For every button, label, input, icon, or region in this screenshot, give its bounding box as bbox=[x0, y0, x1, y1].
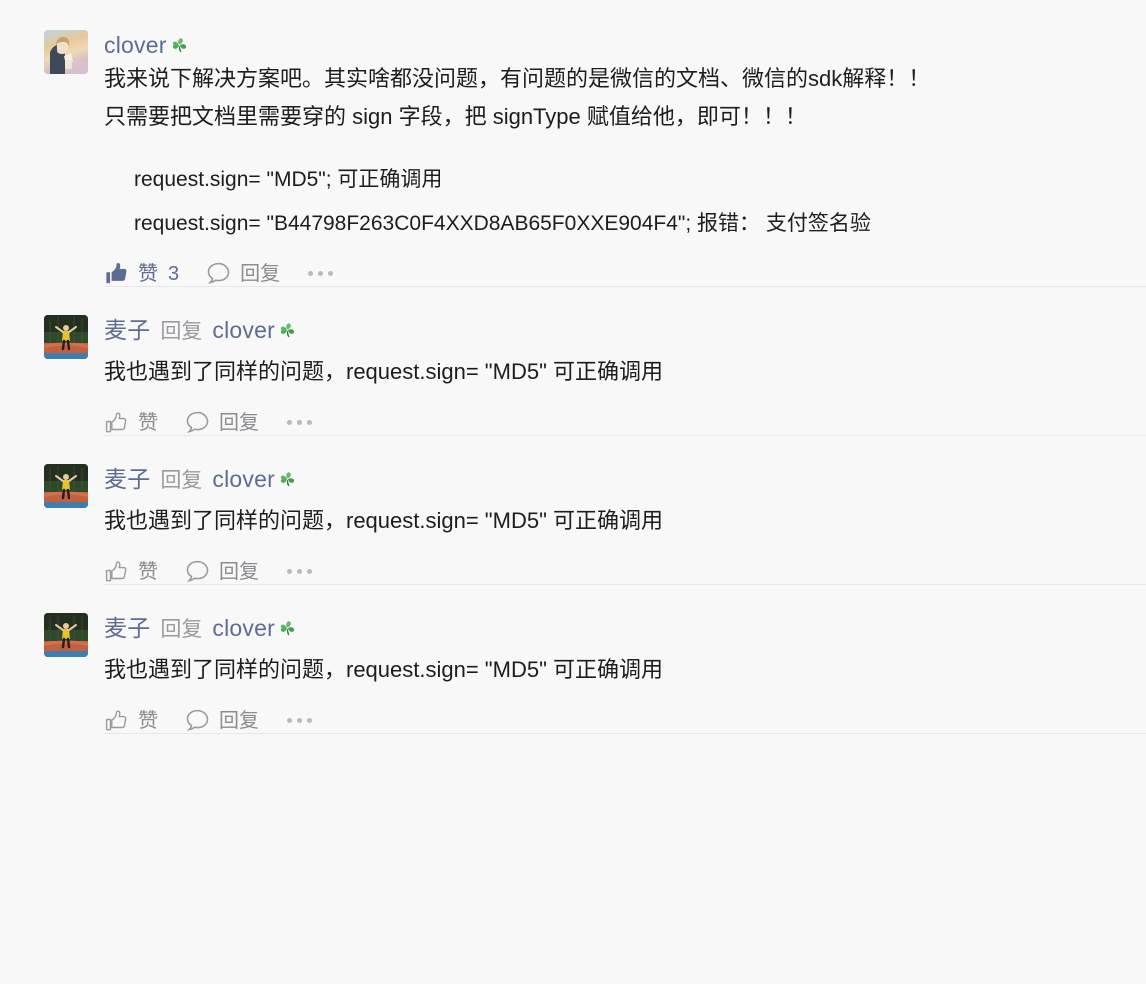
comment-paragraph-2: 只需要把文档里需要穿的 sign 字段，把 signType 赋值给他，即可！！… bbox=[104, 104, 807, 129]
thumbs-up-outline-icon bbox=[104, 410, 130, 436]
like-count: 3 bbox=[168, 262, 180, 285]
like-button[interactable]: 赞 bbox=[104, 559, 158, 585]
four-leaf-clover-icon bbox=[277, 469, 298, 491]
like-label: 赞 bbox=[138, 411, 158, 434]
four-leaf-clover-icon bbox=[169, 35, 190, 57]
reply-target-name[interactable]: clover bbox=[212, 315, 275, 345]
comment-action-bar: 赞 3 回复 bbox=[104, 260, 1146, 287]
reply-button[interactable]: 回复 bbox=[205, 260, 280, 287]
reply-action-bar: 赞 回复 bbox=[104, 409, 1146, 436]
avatar-column bbox=[0, 613, 104, 657]
reply-target-name[interactable]: clover bbox=[212, 464, 275, 494]
like-button[interactable]: 赞 bbox=[104, 410, 158, 436]
reply-text: 我也遇到了同样的问题，request.sign= "MD5" 可正确调用 bbox=[104, 359, 663, 384]
reply-relation-label: 回复 bbox=[160, 320, 203, 343]
like-label: 赞 bbox=[138, 262, 158, 285]
reply-item-3: 麦子 回复 clover 我也遇到了同样的问题，request.sign= "M… bbox=[0, 585, 1146, 734]
reply-button[interactable]: 回复 bbox=[184, 558, 259, 585]
reply-author-name[interactable]: 麦子 bbox=[104, 315, 150, 345]
reply-text: 我也遇到了同样的问题，request.sign= "MD5" 可正确调用 bbox=[104, 508, 663, 533]
reply-relation-label: 回复 bbox=[160, 618, 203, 641]
reply-label: 回复 bbox=[240, 262, 281, 285]
reply-body: 麦子 回复 clover 我也遇到了同样的问题，request.sign= "M… bbox=[104, 464, 1146, 585]
thumbs-up-outline-icon bbox=[104, 559, 130, 585]
reply-label: 回复 bbox=[219, 709, 259, 732]
reply-body: 麦子 回复 clover 我也遇到了同样的问题，request.sign= "M… bbox=[104, 315, 1146, 436]
avatar[interactable] bbox=[44, 315, 88, 359]
reply-author-line: 麦子 回复 clover bbox=[104, 613, 1146, 645]
comment-thread: clover 我来说下解决方案吧。其实啥都没问题，有问题的是微信的文档、微信的s… bbox=[0, 0, 1146, 984]
ellipsis-icon[interactable] bbox=[285, 414, 314, 431]
reply-item-2: 麦子 回复 clover 我也遇到了同样的问题，request.sign= "M… bbox=[0, 436, 1146, 585]
reply-label: 回复 bbox=[219, 411, 259, 434]
like-button[interactable]: 赞 bbox=[104, 708, 158, 734]
replies-list: 麦子 回复 clover 我也遇到了同样的问题，request.sign= "M… bbox=[0, 287, 1146, 734]
ellipsis-icon[interactable] bbox=[285, 712, 314, 729]
reply-relation-label: 回复 bbox=[160, 469, 203, 492]
four-leaf-clover-icon bbox=[277, 320, 298, 342]
ellipsis-icon[interactable] bbox=[306, 265, 335, 282]
reply-button[interactable]: 回复 bbox=[184, 409, 259, 436]
code-line-2: request.sign= "B44798F263C0F4XXD8AB65F0X… bbox=[134, 212, 871, 235]
ellipsis-icon[interactable] bbox=[285, 563, 314, 580]
comment-paragraph-1: 我来说下解决方案吧。其实啥都没问题，有问题的是微信的文档、微信的sdk解释！！ bbox=[104, 66, 931, 91]
thumbs-up-outline-icon bbox=[104, 708, 130, 734]
code-line-1: request.sign= "MD5"; 可正确调用 bbox=[134, 168, 443, 191]
speech-bubble-icon bbox=[184, 707, 211, 734]
reply-author-line: 麦子 回复 clover bbox=[104, 315, 1146, 347]
reply-author-name[interactable]: 麦子 bbox=[104, 464, 150, 494]
like-label: 赞 bbox=[138, 709, 158, 732]
reply-button[interactable]: 回复 bbox=[184, 707, 259, 734]
reply-action-bar: 赞 回复 bbox=[104, 558, 1146, 585]
speech-bubble-icon bbox=[184, 558, 211, 585]
avatar-column bbox=[0, 464, 104, 508]
thumbs-up-filled-icon bbox=[104, 261, 130, 287]
reply-author-line: 麦子 回复 clover bbox=[104, 464, 1146, 496]
reply-text: 我也遇到了同样的问题，request.sign= "MD5" 可正确调用 bbox=[104, 657, 663, 682]
avatar[interactable] bbox=[44, 464, 88, 508]
reply-label: 回复 bbox=[219, 560, 259, 583]
avatar[interactable] bbox=[44, 30, 88, 74]
comment-main: clover 我来说下解决方案吧。其实啥都没问题，有问题的是微信的文档、微信的s… bbox=[0, 0, 1146, 287]
avatar[interactable] bbox=[44, 613, 88, 657]
reply-separator bbox=[104, 733, 1146, 734]
speech-bubble-icon bbox=[205, 260, 232, 287]
speech-bubble-icon bbox=[184, 409, 211, 436]
reply-item-1: 麦子 回复 clover 我也遇到了同样的问题，request.sign= "M… bbox=[0, 287, 1146, 436]
comment-author-line: clover bbox=[104, 30, 1146, 60]
reply-body: 麦子 回复 clover 我也遇到了同样的问题，request.sign= "M… bbox=[104, 613, 1146, 734]
comment-body: clover 我来说下解决方案吧。其实啥都没问题，有问题的是微信的文档、微信的s… bbox=[104, 30, 1146, 287]
avatar-column bbox=[0, 315, 104, 359]
like-label: 赞 bbox=[138, 560, 158, 583]
comment-author-name[interactable]: clover bbox=[104, 30, 167, 60]
code-block: request.sign= "MD5"; 可正确调用 request.sign=… bbox=[104, 158, 1146, 246]
reply-action-bar: 赞 回复 bbox=[104, 707, 1146, 734]
reply-author-name[interactable]: 麦子 bbox=[104, 613, 150, 643]
reply-target-name[interactable]: clover bbox=[212, 613, 275, 643]
like-button[interactable]: 赞 3 bbox=[104, 261, 179, 287]
avatar-column bbox=[0, 30, 104, 74]
four-leaf-clover-icon bbox=[277, 618, 298, 640]
